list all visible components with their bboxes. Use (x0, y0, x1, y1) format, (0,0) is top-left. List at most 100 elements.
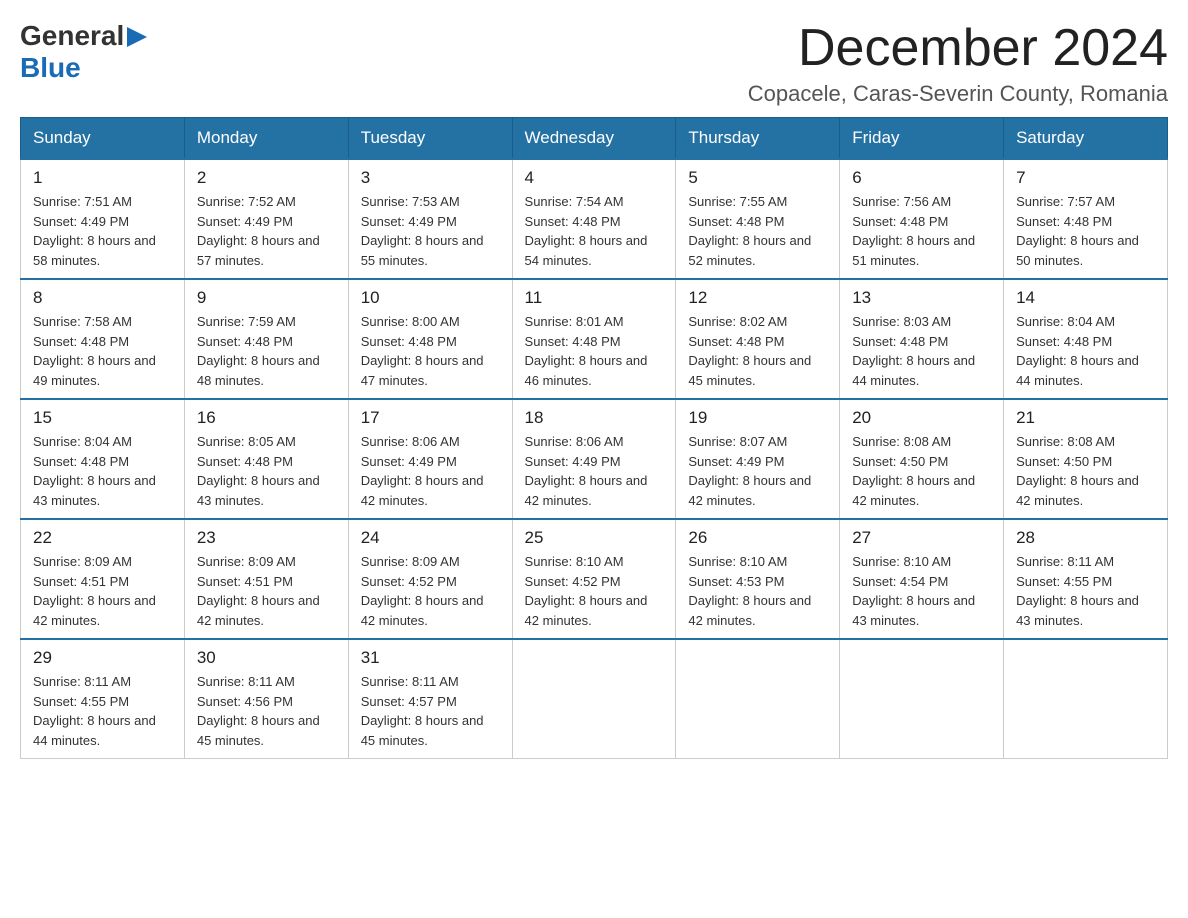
calendar-cell (676, 639, 840, 759)
day-number: 28 (1016, 528, 1155, 548)
calendar-cell: 4 Sunrise: 7:54 AM Sunset: 4:48 PM Dayli… (512, 159, 676, 279)
day-number: 5 (688, 168, 827, 188)
day-info: Sunrise: 8:01 AM Sunset: 4:48 PM Dayligh… (525, 312, 664, 390)
day-info: Sunrise: 7:55 AM Sunset: 4:48 PM Dayligh… (688, 192, 827, 270)
calendar-cell (840, 639, 1004, 759)
calendar-cell: 27 Sunrise: 8:10 AM Sunset: 4:54 PM Dayl… (840, 519, 1004, 639)
logo-arrow-icon (127, 23, 147, 51)
day-info: Sunrise: 8:04 AM Sunset: 4:48 PM Dayligh… (33, 432, 172, 510)
day-info: Sunrise: 7:54 AM Sunset: 4:48 PM Dayligh… (525, 192, 664, 270)
day-info: Sunrise: 8:10 AM Sunset: 4:53 PM Dayligh… (688, 552, 827, 630)
day-info: Sunrise: 8:04 AM Sunset: 4:48 PM Dayligh… (1016, 312, 1155, 390)
calendar-cell: 25 Sunrise: 8:10 AM Sunset: 4:52 PM Dayl… (512, 519, 676, 639)
day-number: 3 (361, 168, 500, 188)
calendar-cell: 14 Sunrise: 8:04 AM Sunset: 4:48 PM Dayl… (1004, 279, 1168, 399)
calendar-cell: 3 Sunrise: 7:53 AM Sunset: 4:49 PM Dayli… (348, 159, 512, 279)
day-number: 17 (361, 408, 500, 428)
calendar-cell: 15 Sunrise: 8:04 AM Sunset: 4:48 PM Dayl… (21, 399, 185, 519)
week-row-4: 22 Sunrise: 8:09 AM Sunset: 4:51 PM Dayl… (21, 519, 1168, 639)
title-block: December 2024 Copacele, Caras-Severin Co… (748, 20, 1168, 107)
day-info: Sunrise: 7:58 AM Sunset: 4:48 PM Dayligh… (33, 312, 172, 390)
logo-blue-text: Blue (20, 52, 81, 83)
calendar-cell: 16 Sunrise: 8:05 AM Sunset: 4:48 PM Dayl… (184, 399, 348, 519)
day-info: Sunrise: 8:05 AM Sunset: 4:48 PM Dayligh… (197, 432, 336, 510)
week-row-5: 29 Sunrise: 8:11 AM Sunset: 4:55 PM Dayl… (21, 639, 1168, 759)
header-friday: Friday (840, 118, 1004, 160)
header-wednesday: Wednesday (512, 118, 676, 160)
day-number: 6 (852, 168, 991, 188)
day-info: Sunrise: 8:08 AM Sunset: 4:50 PM Dayligh… (852, 432, 991, 510)
calendar-cell: 22 Sunrise: 8:09 AM Sunset: 4:51 PM Dayl… (21, 519, 185, 639)
calendar-cell: 20 Sunrise: 8:08 AM Sunset: 4:50 PM Dayl… (840, 399, 1004, 519)
day-info: Sunrise: 7:56 AM Sunset: 4:48 PM Dayligh… (852, 192, 991, 270)
calendar-cell (1004, 639, 1168, 759)
day-number: 8 (33, 288, 172, 308)
calendar-cell: 28 Sunrise: 8:11 AM Sunset: 4:55 PM Dayl… (1004, 519, 1168, 639)
day-info: Sunrise: 8:06 AM Sunset: 4:49 PM Dayligh… (361, 432, 500, 510)
day-number: 22 (33, 528, 172, 548)
day-number: 20 (852, 408, 991, 428)
header-monday: Monday (184, 118, 348, 160)
day-number: 10 (361, 288, 500, 308)
day-number: 2 (197, 168, 336, 188)
calendar-cell: 19 Sunrise: 8:07 AM Sunset: 4:49 PM Dayl… (676, 399, 840, 519)
day-number: 23 (197, 528, 336, 548)
calendar-cell: 21 Sunrise: 8:08 AM Sunset: 4:50 PM Dayl… (1004, 399, 1168, 519)
day-info: Sunrise: 7:51 AM Sunset: 4:49 PM Dayligh… (33, 192, 172, 270)
day-info: Sunrise: 8:08 AM Sunset: 4:50 PM Dayligh… (1016, 432, 1155, 510)
calendar-cell: 18 Sunrise: 8:06 AM Sunset: 4:49 PM Dayl… (512, 399, 676, 519)
day-info: Sunrise: 8:10 AM Sunset: 4:54 PM Dayligh… (852, 552, 991, 630)
calendar-cell: 24 Sunrise: 8:09 AM Sunset: 4:52 PM Dayl… (348, 519, 512, 639)
day-info: Sunrise: 8:00 AM Sunset: 4:48 PM Dayligh… (361, 312, 500, 390)
calendar-cell (512, 639, 676, 759)
calendar-cell: 8 Sunrise: 7:58 AM Sunset: 4:48 PM Dayli… (21, 279, 185, 399)
calendar-table: Sunday Monday Tuesday Wednesday Thursday… (20, 117, 1168, 759)
day-info: Sunrise: 8:09 AM Sunset: 4:52 PM Dayligh… (361, 552, 500, 630)
location-subtitle: Copacele, Caras-Severin County, Romania (748, 81, 1168, 107)
day-info: Sunrise: 8:02 AM Sunset: 4:48 PM Dayligh… (688, 312, 827, 390)
day-number: 31 (361, 648, 500, 668)
calendar-cell: 6 Sunrise: 7:56 AM Sunset: 4:48 PM Dayli… (840, 159, 1004, 279)
day-number: 16 (197, 408, 336, 428)
calendar-cell: 30 Sunrise: 8:11 AM Sunset: 4:56 PM Dayl… (184, 639, 348, 759)
day-info: Sunrise: 8:03 AM Sunset: 4:48 PM Dayligh… (852, 312, 991, 390)
day-number: 29 (33, 648, 172, 668)
header-saturday: Saturday (1004, 118, 1168, 160)
day-info: Sunrise: 7:52 AM Sunset: 4:49 PM Dayligh… (197, 192, 336, 270)
day-number: 11 (525, 288, 664, 308)
header-thursday: Thursday (676, 118, 840, 160)
day-info: Sunrise: 7:53 AM Sunset: 4:49 PM Dayligh… (361, 192, 500, 270)
calendar-cell: 23 Sunrise: 8:09 AM Sunset: 4:51 PM Dayl… (184, 519, 348, 639)
calendar-cell: 1 Sunrise: 7:51 AM Sunset: 4:49 PM Dayli… (21, 159, 185, 279)
calendar-cell: 2 Sunrise: 7:52 AM Sunset: 4:49 PM Dayli… (184, 159, 348, 279)
calendar-cell: 29 Sunrise: 8:11 AM Sunset: 4:55 PM Dayl… (21, 639, 185, 759)
day-number: 4 (525, 168, 664, 188)
day-number: 12 (688, 288, 827, 308)
day-info: Sunrise: 8:11 AM Sunset: 4:55 PM Dayligh… (33, 672, 172, 750)
day-number: 15 (33, 408, 172, 428)
calendar-cell: 17 Sunrise: 8:06 AM Sunset: 4:49 PM Dayl… (348, 399, 512, 519)
logo: General Blue (20, 20, 147, 84)
day-number: 24 (361, 528, 500, 548)
day-info: Sunrise: 8:11 AM Sunset: 4:55 PM Dayligh… (1016, 552, 1155, 630)
weekday-header-row: Sunday Monday Tuesday Wednesday Thursday… (21, 118, 1168, 160)
page-header: General Blue December 2024 Copacele, Car… (20, 20, 1168, 107)
day-info: Sunrise: 7:59 AM Sunset: 4:48 PM Dayligh… (197, 312, 336, 390)
day-number: 18 (525, 408, 664, 428)
month-title: December 2024 (748, 20, 1168, 77)
calendar-cell: 11 Sunrise: 8:01 AM Sunset: 4:48 PM Dayl… (512, 279, 676, 399)
day-info: Sunrise: 8:11 AM Sunset: 4:57 PM Dayligh… (361, 672, 500, 750)
calendar-cell: 26 Sunrise: 8:10 AM Sunset: 4:53 PM Dayl… (676, 519, 840, 639)
day-number: 26 (688, 528, 827, 548)
header-sunday: Sunday (21, 118, 185, 160)
header-tuesday: Tuesday (348, 118, 512, 160)
calendar-cell: 31 Sunrise: 8:11 AM Sunset: 4:57 PM Dayl… (348, 639, 512, 759)
day-number: 1 (33, 168, 172, 188)
logo-general-text: General (20, 20, 124, 52)
day-number: 27 (852, 528, 991, 548)
week-row-1: 1 Sunrise: 7:51 AM Sunset: 4:49 PM Dayli… (21, 159, 1168, 279)
week-row-2: 8 Sunrise: 7:58 AM Sunset: 4:48 PM Dayli… (21, 279, 1168, 399)
calendar-cell: 10 Sunrise: 8:00 AM Sunset: 4:48 PM Dayl… (348, 279, 512, 399)
calendar-cell: 13 Sunrise: 8:03 AM Sunset: 4:48 PM Dayl… (840, 279, 1004, 399)
day-number: 21 (1016, 408, 1155, 428)
